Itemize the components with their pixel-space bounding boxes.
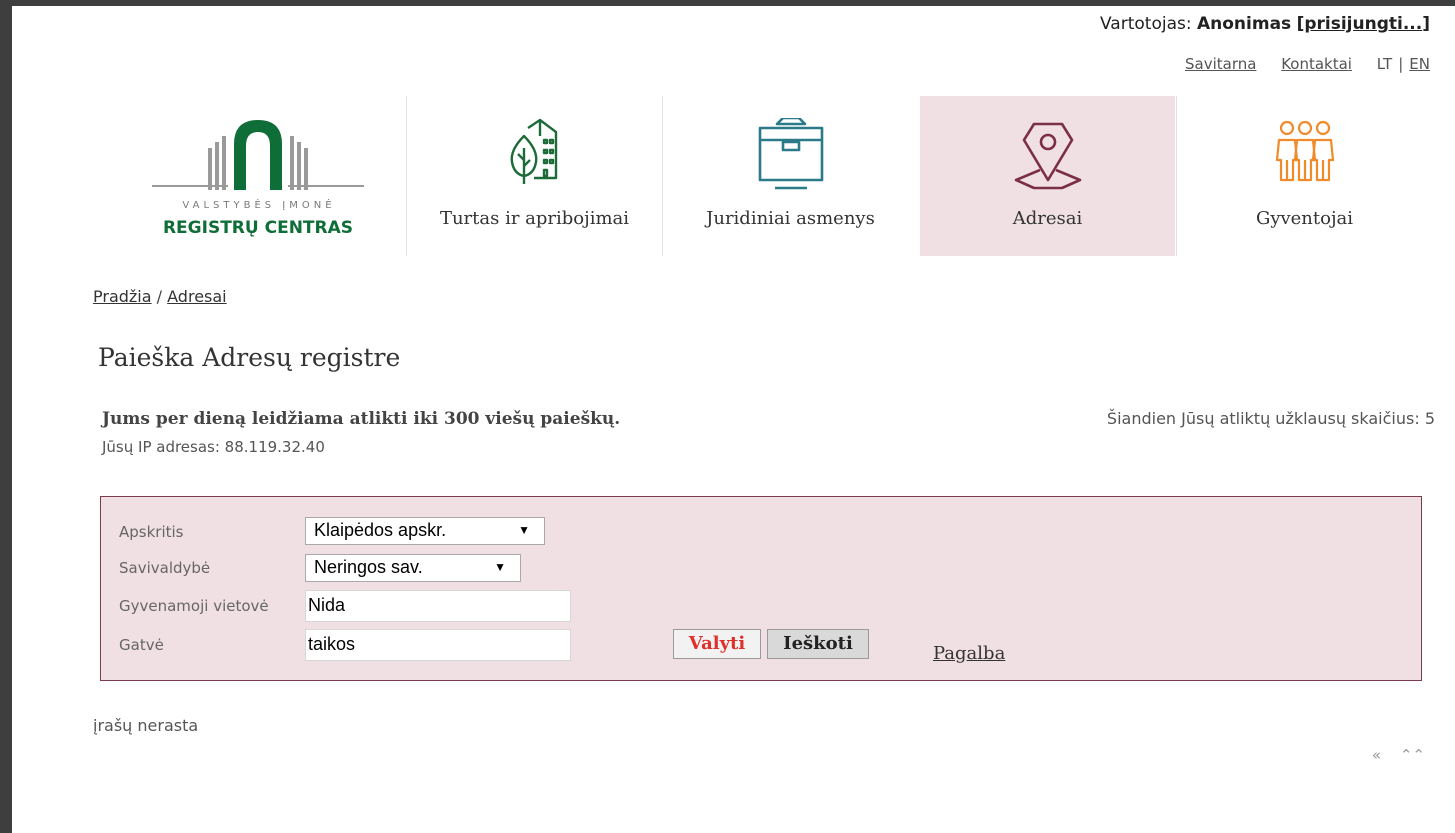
street-input[interactable]: taikos bbox=[305, 629, 571, 661]
briefcase-icon bbox=[758, 116, 823, 190]
contacts-link[interactable]: Kontaktai bbox=[1281, 55, 1352, 73]
county-select-value: Klaipėdos apskr. bbox=[314, 520, 447, 540]
lang-en[interactable]: EN bbox=[1409, 55, 1430, 73]
search-form: Apskritis Klaipėdos apskr. ▼ Savivaldybė… bbox=[100, 496, 1422, 681]
help-link[interactable]: Pagalba bbox=[933, 643, 1005, 664]
scroll-top-icon[interactable]: ⌃⌃ bbox=[1400, 746, 1425, 764]
lang-lt[interactable]: LT bbox=[1377, 55, 1392, 73]
login-link[interactable]: prisijungti... bbox=[1304, 14, 1422, 34]
chevron-down-icon: ▼ bbox=[518, 523, 530, 537]
nav-legal-entities-label: Juridiniai asmenys bbox=[706, 208, 875, 229]
page: Vartotojas: Anonimas [prisijungti...] Sa… bbox=[12, 6, 1455, 833]
breadcrumb-separator: / bbox=[156, 287, 163, 306]
user-status: Vartotojas: Anonimas [prisijungti...] bbox=[1100, 14, 1430, 34]
logo-arch-icon bbox=[152, 120, 364, 190]
lang-switcher: LT | EN bbox=[1377, 55, 1430, 73]
logo-title: REGISTRŲ CENTRAS bbox=[162, 218, 354, 238]
user-prefix: Vartotojas: bbox=[1100, 14, 1192, 34]
settlement-input[interactable]: Nida bbox=[305, 590, 571, 622]
login-bracket-close: ] bbox=[1422, 14, 1430, 34]
people-icon bbox=[1275, 120, 1334, 182]
building-tree-icon bbox=[510, 118, 557, 184]
site-logo[interactable]: VALSTYBĖS ĮMONĖ REGISTRŲ CENTRAS bbox=[142, 114, 364, 249]
map-pin-icon bbox=[1014, 122, 1081, 190]
self-service-link[interactable]: Savitarna bbox=[1185, 55, 1256, 73]
search-button[interactable]: Ieškoti bbox=[767, 629, 869, 659]
search-limit-notice: Jums per dieną leidžiama atlikti iki 300… bbox=[102, 409, 621, 429]
settlement-label: Gyvenamoji vietovė bbox=[119, 597, 269, 615]
user-name: Anonimas bbox=[1196, 14, 1292, 34]
municipality-label: Savivaldybė bbox=[119, 559, 211, 577]
nav-residents[interactable]: Gyventojai bbox=[1177, 96, 1432, 256]
county-label: Apskritis bbox=[119, 523, 184, 541]
breadcrumb-current[interactable]: Adresai bbox=[167, 287, 226, 306]
street-label: Gatvė bbox=[119, 636, 164, 654]
breadcrumb: Pradžia / Adresai bbox=[93, 287, 227, 306]
ip-address-info: Jūsų IP adresas: 88.119.32.40 bbox=[102, 438, 325, 456]
nav-residents-label: Gyventojai bbox=[1255, 208, 1354, 229]
lang-separator: | bbox=[1398, 55, 1404, 73]
nav-property[interactable]: Turtas ir apribojimai bbox=[407, 96, 662, 256]
window-frame-left bbox=[0, 0, 12, 833]
top-links: Savitarna Kontaktai LT | EN bbox=[1165, 55, 1430, 73]
nav-addresses-label: Adresai bbox=[1012, 208, 1083, 229]
pager-controls: « ⌃⌃ bbox=[1358, 746, 1425, 764]
no-records-message: įrašų nerasta bbox=[93, 716, 199, 735]
logo-subtitle: VALSTYBĖS ĮMONĖ bbox=[182, 200, 336, 211]
chevron-down-icon: ▼ bbox=[494, 560, 506, 574]
page-title: Paieška Adresų registre bbox=[98, 343, 401, 372]
query-count-info: Šiandien Jūsų atliktų užklausų skaičius:… bbox=[1106, 409, 1435, 428]
breadcrumb-home[interactable]: Pradžia bbox=[93, 287, 152, 306]
municipality-select-value: Neringos sav. bbox=[314, 557, 423, 577]
nav-addresses[interactable]: Adresai bbox=[920, 96, 1175, 256]
nav-legal-entities[interactable]: Juridiniai asmenys bbox=[663, 96, 918, 256]
clear-button[interactable]: Valyti bbox=[673, 629, 761, 659]
municipality-select[interactable]: Neringos sav. ▼ bbox=[305, 554, 521, 582]
county-select[interactable]: Klaipėdos apskr. ▼ bbox=[305, 517, 545, 545]
first-page-icon[interactable]: « bbox=[1372, 746, 1381, 764]
nav-property-label: Turtas ir apribojimai bbox=[439, 208, 630, 229]
